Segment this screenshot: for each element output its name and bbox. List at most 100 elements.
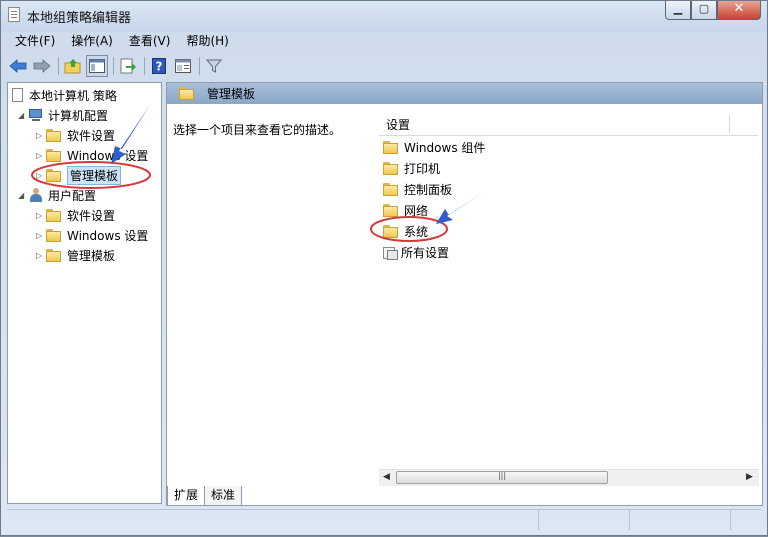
detail-title: 管理模板	[207, 87, 256, 101]
tab-extended[interactable]: 扩展	[167, 486, 206, 506]
tree-item-label: Windows 设置	[67, 148, 149, 163]
tree-computer-windows-settings[interactable]: ▷ Windows 设置	[36, 145, 148, 165]
menu-view[interactable]: 查看(V)	[121, 31, 179, 51]
forward-button[interactable]	[31, 55, 53, 77]
caption-buttons: ▁ ▢ ✕	[665, 1, 761, 21]
close-button[interactable]: ✕	[717, 1, 761, 20]
folder-icon	[179, 87, 195, 100]
tree-root[interactable]: 本地计算机 策略	[12, 85, 117, 105]
folder-icon	[46, 228, 62, 242]
menu-file[interactable]: 文件(F)	[7, 31, 63, 51]
list-item-control-panel[interactable]: 控制面板	[383, 179, 452, 199]
tree-computer-config[interactable]: ◢ 计算机配置	[18, 105, 108, 125]
up-folder-icon	[64, 59, 81, 74]
show-hide-tree-button[interactable]	[86, 55, 108, 77]
toolbar-separator	[144, 57, 145, 75]
tree-computer-admin-templates[interactable]: ▷ 管理模板	[36, 165, 122, 185]
tree-item-label: 软件设置	[67, 208, 116, 223]
folder-icon	[383, 224, 399, 238]
list-item-system[interactable]: 系统	[383, 221, 428, 241]
expand-arrow-icon[interactable]: ▷	[36, 211, 46, 220]
tree-item-label: 软件设置	[67, 128, 116, 143]
properties-icon	[175, 59, 191, 73]
minimize-icon: ▁	[673, 2, 683, 15]
export-button[interactable]	[117, 55, 139, 77]
list-item-network[interactable]: 网络	[383, 200, 428, 220]
show-hide-tree-icon	[89, 59, 105, 73]
expand-arrow-icon[interactable]: ▷	[36, 151, 46, 160]
tree-pane: 本地计算机 策略 ◢ 计算机配置 ▷ 软件设置 ▷ Windows 设置 ▷ 管…	[7, 82, 162, 504]
close-icon: ✕	[733, 1, 745, 16]
title-bar: 本地组策略编辑器 ▁ ▢ ✕	[1, 1, 767, 29]
scroll-right-icon[interactable]: ▶	[746, 472, 753, 482]
scrollbar-grip: |||	[497, 471, 507, 480]
column-header-settings[interactable]: 设置	[379, 113, 758, 136]
tree-user-software-settings[interactable]: ▷ 软件设置	[36, 205, 115, 225]
detail-header: 管理模板	[167, 83, 762, 104]
folder-icon	[383, 161, 399, 175]
policy-document-icon	[12, 88, 23, 102]
app-icon	[8, 7, 20, 22]
list-item-printers[interactable]: 打印机	[383, 158, 440, 178]
properties-button[interactable]	[172, 55, 194, 77]
folder-icon	[46, 208, 62, 222]
toolbar: ?	[7, 53, 761, 79]
list-item-label: 网络	[404, 203, 429, 218]
menu-help[interactable]: 帮助(H)	[178, 31, 236, 51]
folder-icon	[383, 140, 399, 154]
collapse-arrow-icon[interactable]: ◢	[18, 111, 28, 120]
expand-arrow-icon[interactable]: ▷	[36, 131, 46, 140]
folder-icon	[46, 128, 62, 142]
tree-user-config[interactable]: ◢ 用户配置	[18, 185, 96, 205]
scroll-left-icon[interactable]: ◀	[383, 472, 390, 482]
folder-icon	[46, 168, 62, 182]
horizontal-scrollbar[interactable]: ◀ ||| ▶	[379, 469, 759, 486]
tree-item-label: 管理模板	[67, 248, 116, 263]
maximize-button[interactable]: ▢	[691, 1, 717, 20]
help-button[interactable]: ?	[148, 55, 170, 77]
folder-icon	[383, 203, 399, 217]
detail-pane: 管理模板 选择一个项目来查看它的描述。 设置 Windows 组件 打印机 控制…	[166, 82, 763, 506]
all-settings-icon	[383, 245, 398, 260]
tree-user-windows-settings[interactable]: ▷ Windows 设置	[36, 225, 148, 245]
status-cell	[539, 510, 630, 530]
list-item-label: 打印机	[404, 161, 441, 176]
toolbar-separator	[199, 57, 200, 75]
list-item-all-settings[interactable]: 所有设置	[383, 242, 449, 262]
tree-computer-software-settings[interactable]: ▷ 软件设置	[36, 125, 115, 145]
minimize-button[interactable]: ▁	[665, 1, 691, 20]
tree-user-config-label: 用户配置	[48, 188, 97, 203]
folder-icon	[46, 248, 62, 262]
status-cell	[630, 510, 731, 530]
folder-icon	[383, 182, 399, 196]
tree-user-admin-templates[interactable]: ▷ 管理模板	[36, 245, 115, 265]
status-bar	[7, 509, 761, 532]
menu-action[interactable]: 操作(A)	[63, 31, 121, 51]
folder-icon	[46, 148, 62, 162]
status-cell	[7, 510, 539, 530]
toolbar-separator	[58, 57, 59, 75]
filter-icon	[206, 59, 222, 73]
svg-text:?: ?	[156, 60, 163, 74]
list-item-windows-components[interactable]: Windows 组件	[383, 137, 485, 157]
description-text: 选择一个项目来查看它的描述。	[173, 123, 342, 137]
tab-standard[interactable]: 标准	[204, 486, 243, 506]
collapse-arrow-icon[interactable]: ◢	[18, 191, 28, 200]
user-icon	[28, 188, 44, 202]
view-tabs: 扩展 标准	[167, 486, 243, 506]
settings-list: 设置 Windows 组件 打印机 控制面板 网络 系统 所有设置	[379, 113, 759, 485]
expand-arrow-icon[interactable]: ▷	[36, 171, 46, 180]
back-icon	[9, 59, 27, 73]
tree-item-label: 管理模板	[67, 165, 122, 185]
scrollbar-thumb[interactable]: |||	[396, 471, 608, 484]
up-folder-button[interactable]	[62, 55, 84, 77]
list-item-label: Windows 组件	[404, 140, 486, 155]
expand-arrow-icon[interactable]: ▷	[36, 231, 46, 240]
list-item-label: 所有设置	[401, 245, 450, 260]
maximize-icon: ▢	[698, 2, 710, 15]
filter-button[interactable]	[203, 55, 225, 77]
expand-arrow-icon[interactable]: ▷	[36, 251, 46, 260]
window: 本地组策略编辑器 ▁ ▢ ✕ 文件(F) 操作(A) 查看(V) 帮助(H) ?…	[0, 0, 768, 536]
help-icon: ?	[152, 58, 166, 74]
back-button[interactable]	[7, 55, 29, 77]
